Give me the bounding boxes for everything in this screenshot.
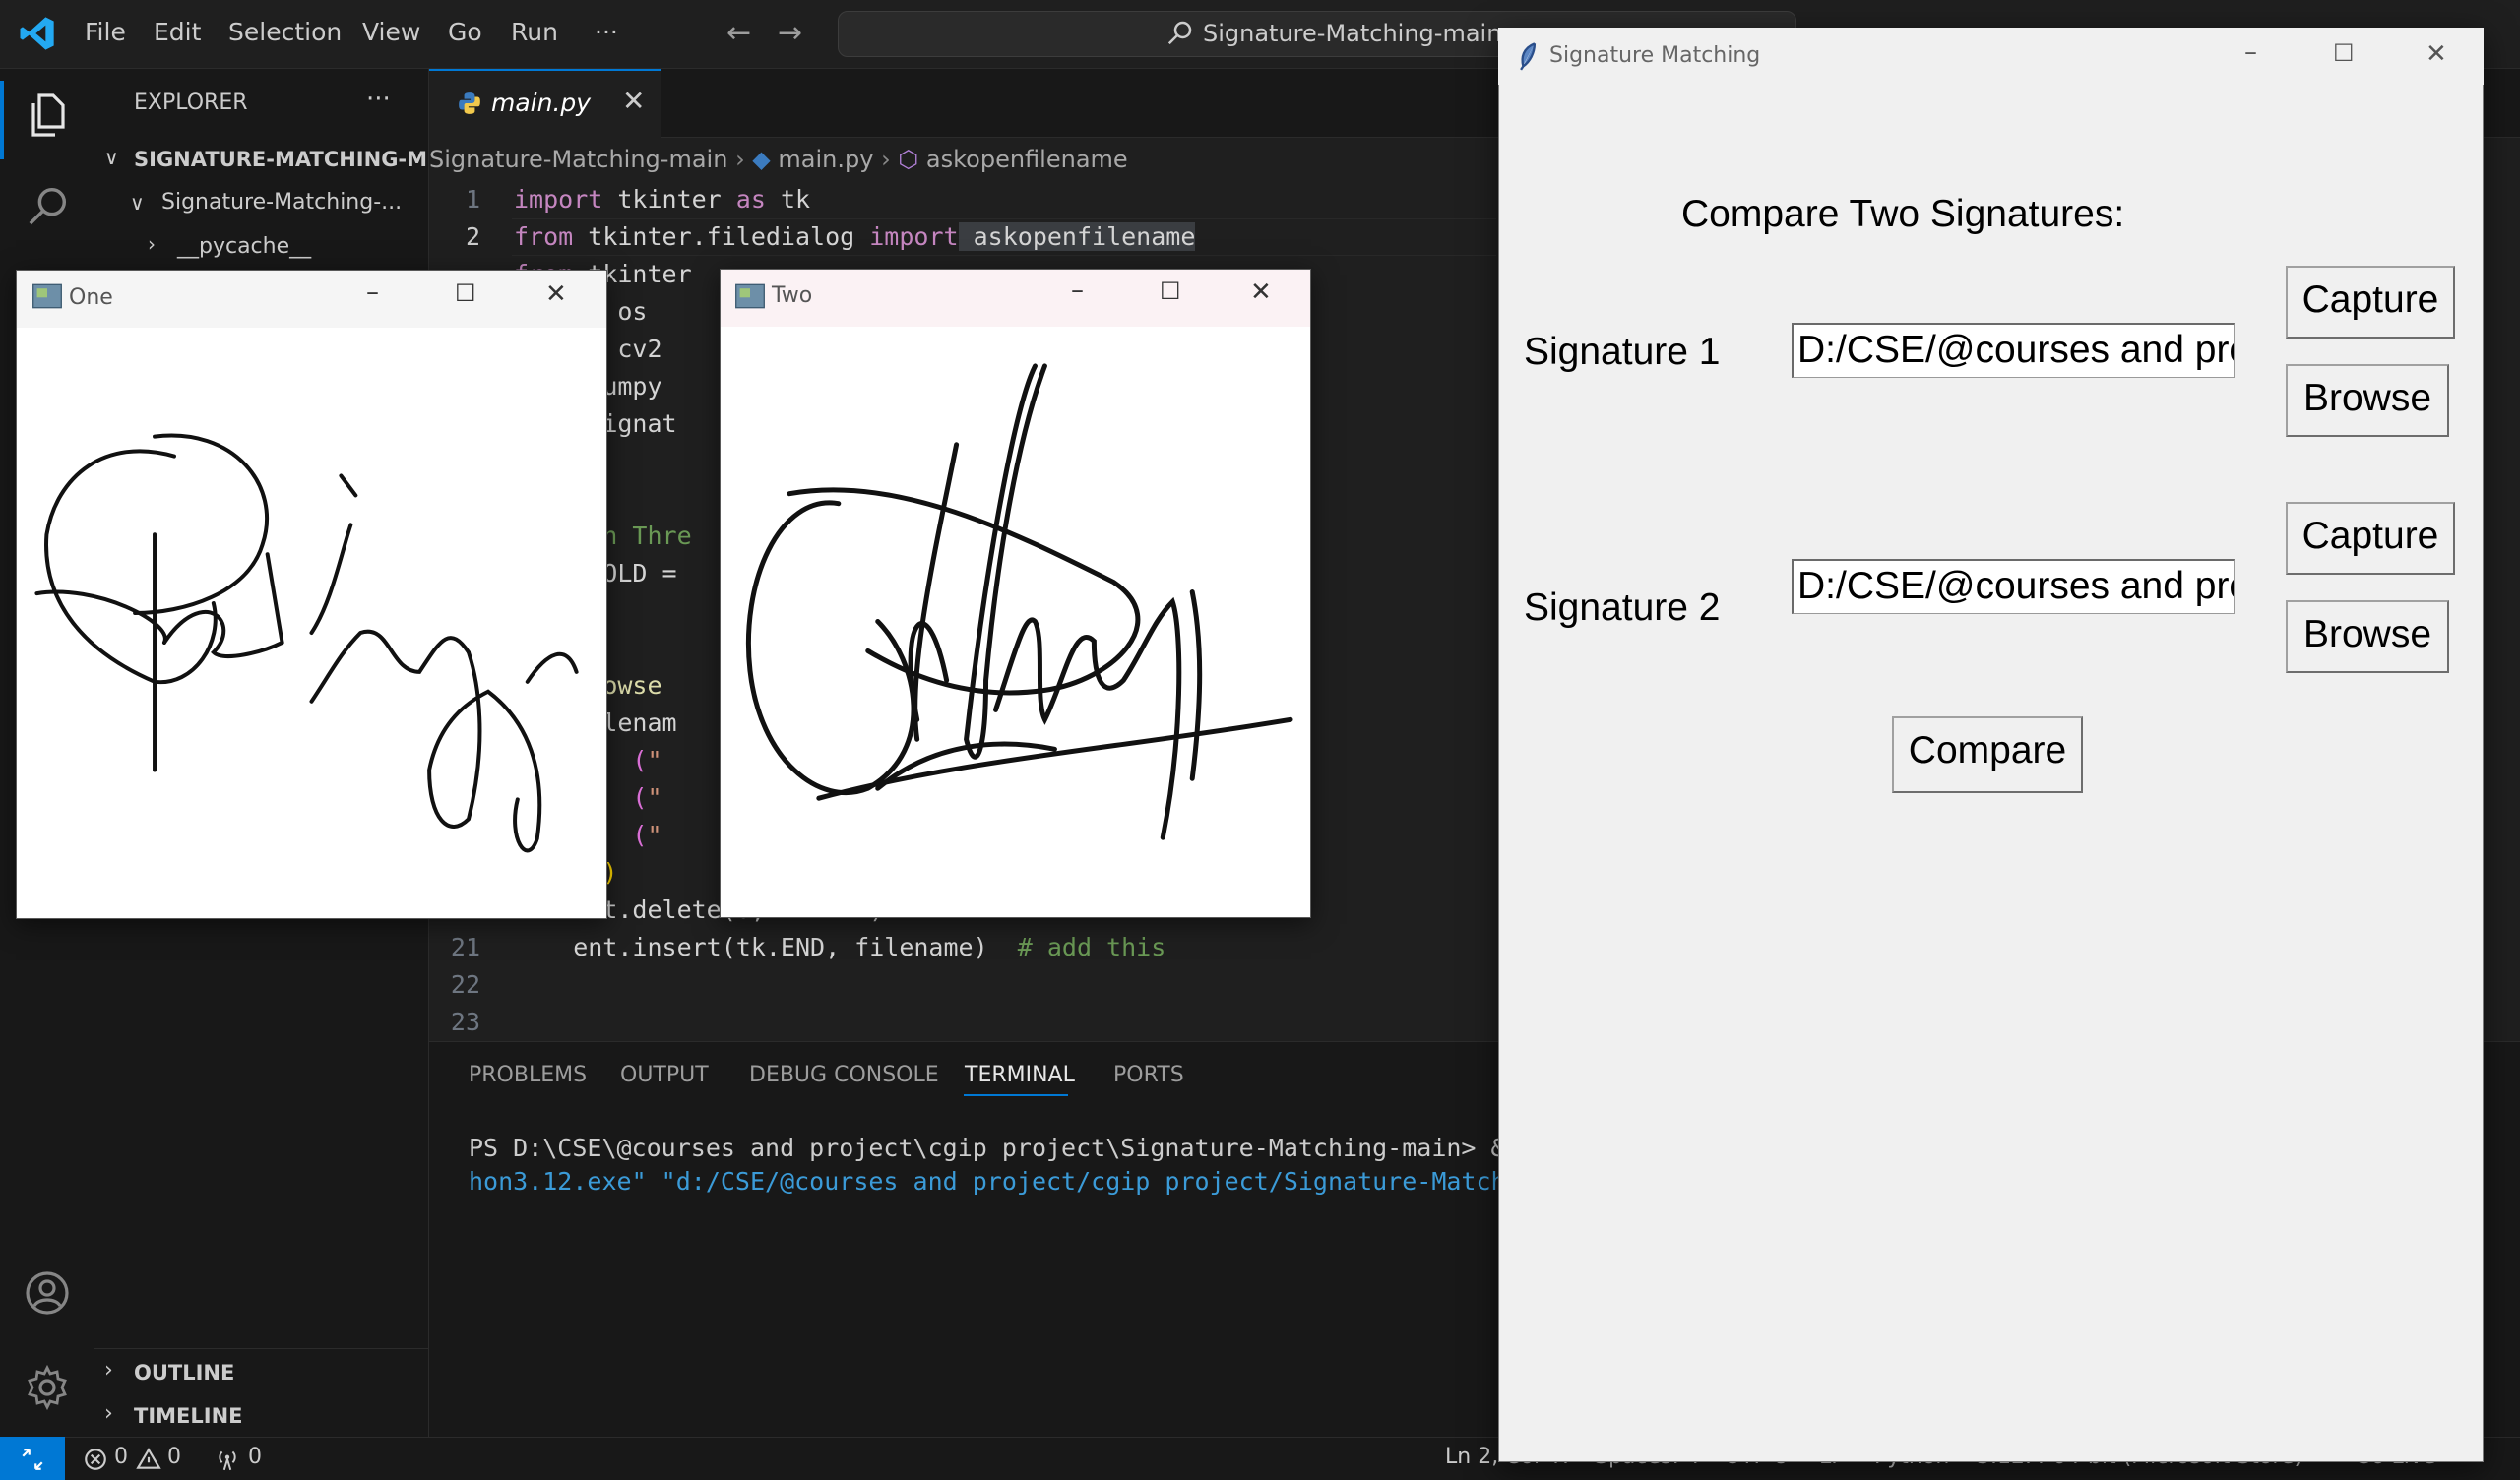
active-tab-indicator (964, 1094, 1068, 1096)
code-line-21[interactable]: 21 ent.insert(tk.END, filename) # add th… (429, 929, 1512, 966)
tree-folder-signature-matching[interactable]: Signature-Matching-... (161, 190, 402, 215)
capture-button-2[interactable]: Capture (2286, 502, 2455, 575)
code-line-23[interactable]: 23 (429, 1004, 1512, 1041)
warning-icon (136, 1448, 161, 1469)
breadcrumb-symbol[interactable]: askopenfilename (926, 146, 1128, 173)
python-file-icon: ◆ (752, 146, 771, 173)
python-file-icon (459, 92, 480, 114)
outline-section[interactable]: OUTLINE (134, 1361, 234, 1385)
explorer-icon[interactable] (24, 91, 71, 140)
search-view-icon[interactable] (26, 183, 71, 228)
terminal-line: PS D:\CSE\@courses and project\cgip proj… (469, 1134, 1506, 1162)
menu-edit[interactable]: Edit (154, 18, 201, 51)
search-icon (1167, 21, 1192, 45)
menu-go[interactable]: Go (448, 18, 482, 51)
close-icon[interactable]: ✕ (622, 85, 645, 117)
symbol-icon: ⬡ (898, 146, 919, 173)
settings-gear-icon[interactable] (24, 1364, 71, 1411)
tree-folder-pycache[interactable]: __pycache__ (177, 234, 311, 259)
maximize-icon[interactable]: ☐ (2333, 39, 2355, 67)
browse-button-1[interactable]: Browse (2286, 364, 2449, 437)
chevron-right-icon: › (881, 146, 899, 173)
panel-tab-output[interactable]: OUTPUT (620, 1063, 709, 1087)
activity-active-indicator (0, 81, 4, 159)
broadcast-icon (219, 1450, 236, 1471)
signature-1-label: Signature 1 (1524, 331, 1721, 373)
tk-feather-icon (1520, 42, 1537, 71)
sidebar-divider (94, 1348, 429, 1349)
error-icon (85, 1449, 106, 1470)
chevron-right-icon[interactable]: › (148, 232, 156, 256)
tk-app-icon (32, 283, 62, 309)
breadcrumb-folder[interactable]: Signature-Matching-main (429, 146, 727, 173)
app-heading: Compare Two Signatures: (1681, 193, 2125, 235)
remote-icon (22, 1449, 43, 1470)
maximize-icon[interactable]: ☐ (1160, 278, 1181, 305)
forward-arrow-icon[interactable]: → (778, 16, 802, 50)
signature-image-one (34, 433, 579, 853)
window-two-title: Two (772, 283, 813, 308)
timeline-section[interactable]: TIMELINE (134, 1404, 243, 1428)
explorer-more-button[interactable]: ··· (366, 85, 391, 114)
minimize-icon[interactable]: – (366, 278, 379, 307)
minimize-icon[interactable]: – (1071, 276, 1084, 305)
maximize-icon[interactable]: ☐ (455, 279, 476, 307)
panel-tab-problems[interactable]: PROBLEMS (469, 1063, 587, 1087)
chevron-down-icon[interactable]: ∨ (130, 191, 145, 215)
chevron-right-icon[interactable]: › (104, 1401, 113, 1426)
signature-2-label: Signature 2 (1524, 586, 1721, 629)
tab-label: main.py (491, 89, 592, 117)
ports-count[interactable]: 0 (248, 1445, 262, 1469)
chevron-right-icon: › (735, 146, 753, 173)
window-one-title: One (69, 285, 113, 310)
breadcrumb-file[interactable]: main.py (778, 146, 873, 173)
chevron-right-icon[interactable]: › (104, 1358, 113, 1383)
menu-file[interactable]: File (85, 18, 126, 51)
panel-tab-ports[interactable]: PORTS (1113, 1063, 1184, 1087)
explorer-title: EXPLORER (134, 91, 248, 115)
code-line-22[interactable]: 22 (429, 966, 1512, 1004)
app-window-title: Signature Matching (1549, 43, 1761, 68)
signature-2-path-input[interactable]: D:/CSE/@courses and project/cgip project (1792, 559, 2235, 614)
signature-1-path-input[interactable]: D:/CSE/@courses and project/cgip project (1792, 323, 2235, 378)
menu-view[interactable]: View (362, 18, 420, 51)
panel-tab-terminal[interactable]: TERMINAL (965, 1063, 1075, 1087)
close-icon[interactable]: ✕ (1250, 278, 1272, 307)
panel-tab-debug-console[interactable]: DEBUG CONSOLE (749, 1063, 939, 1087)
warning-count[interactable]: 0 (167, 1445, 181, 1469)
error-count[interactable]: 0 (114, 1445, 128, 1469)
minimize-icon[interactable]: – (2244, 37, 2257, 67)
command-center-label: Signature-Matching-main (1203, 20, 1502, 47)
close-icon[interactable]: ✕ (2426, 39, 2447, 69)
tk-app-icon (735, 283, 765, 309)
signature-image-two (745, 363, 1293, 840)
code-line-1[interactable]: 1 import tkinter as tk (429, 181, 1512, 218)
menu-run[interactable]: Run (511, 18, 558, 51)
explorer-root-folder[interactable]: SIGNATURE-MATCHING-M... (134, 148, 451, 171)
menu-more[interactable]: ··· (595, 18, 618, 51)
vscode-logo-icon (20, 17, 54, 50)
capture-button-1[interactable]: Capture (2286, 266, 2455, 339)
account-icon[interactable] (24, 1269, 71, 1317)
menu-selection[interactable]: Selection (228, 18, 342, 51)
terminal-line: hon3.12.exe" "d:/CSE/@courses and projec… (469, 1167, 1506, 1196)
code-line-2[interactable]: 2 from tkinter.filedialog import askopenf… (429, 218, 1512, 256)
browse-button-2[interactable]: Browse (2286, 600, 2449, 673)
back-arrow-icon[interactable]: ← (726, 16, 751, 50)
chevron-down-icon[interactable]: ∨ (104, 146, 119, 169)
compare-button[interactable]: Compare (1892, 716, 2083, 793)
close-icon[interactable]: ✕ (545, 279, 567, 309)
